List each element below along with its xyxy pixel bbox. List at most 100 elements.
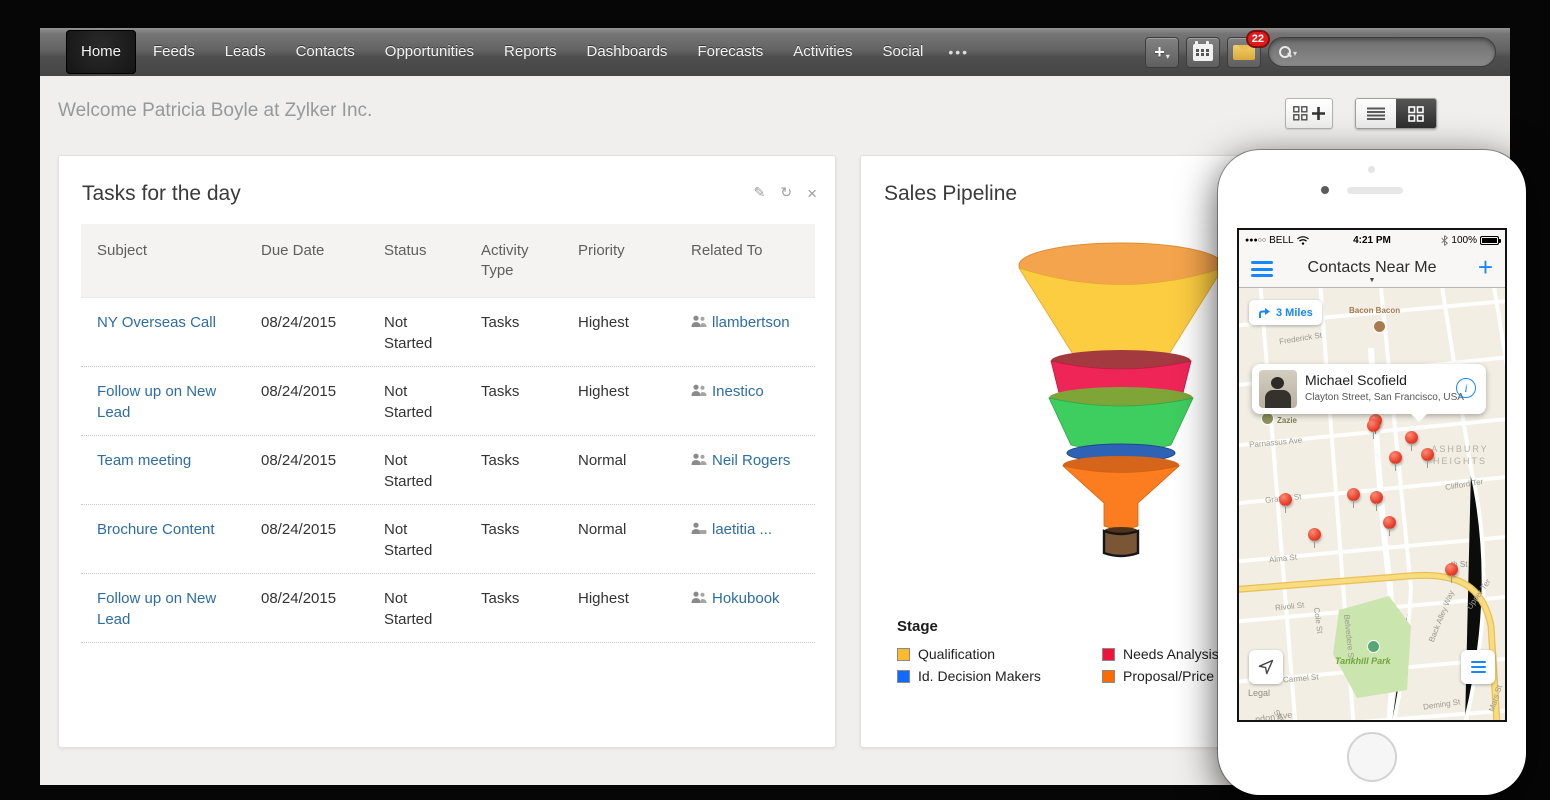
- nav-item-reports[interactable]: Reports: [489, 28, 572, 76]
- nav-item-feeds[interactable]: Feeds: [138, 28, 210, 76]
- funnel-spout: [1104, 531, 1138, 556]
- caret-down-icon: ▾: [1166, 52, 1170, 61]
- task-due-date: 08/24/2015: [245, 436, 368, 504]
- related-to-link[interactable]: Inestico: [712, 381, 764, 402]
- grid-icon: [1293, 106, 1308, 121]
- phone-mockup: ●●●○○ BELL 4:21 PM 100%: [1218, 150, 1526, 795]
- view-toggle: [1355, 98, 1437, 129]
- contact-name: Michael Scofield: [1305, 372, 1407, 388]
- add-contact-button[interactable]: +: [1478, 252, 1493, 283]
- map-pin[interactable]: [1445, 563, 1458, 576]
- table-row: NY Overseas Call 08/24/2015 Not Started …: [81, 298, 815, 367]
- title-caret-icon[interactable]: ▼: [1239, 277, 1505, 284]
- map-pin[interactable]: [1279, 493, 1292, 506]
- battery-percent: 100%: [1451, 235, 1477, 246]
- home-button[interactable]: [1347, 732, 1397, 782]
- nav-item-home[interactable]: Home: [66, 30, 136, 74]
- quick-add-button[interactable]: +▾: [1145, 37, 1179, 68]
- phone-app-bar: Contacts Near Me ▼ +: [1239, 250, 1505, 288]
- contact-icon: [691, 453, 707, 466]
- plus-icon: [1312, 107, 1325, 120]
- column-header-subject: Subject: [81, 224, 245, 297]
- nav-item-social[interactable]: Social: [867, 28, 938, 76]
- task-subject-link[interactable]: Follow up on New Lead: [97, 383, 216, 421]
- refresh-icon[interactable]: ↻: [780, 184, 792, 204]
- distance-label: 3 Miles: [1276, 307, 1313, 319]
- mail-button[interactable]: 22: [1227, 37, 1261, 68]
- nav-item-forecasts[interactable]: Forecasts: [682, 28, 778, 76]
- global-search[interactable]: ▾: [1268, 37, 1496, 67]
- avatar: [1259, 370, 1297, 408]
- park-poi-icon[interactable]: [1367, 640, 1380, 653]
- contact-callout[interactable]: Michael Scofield Clayton Street, San Fra…: [1252, 364, 1486, 414]
- map-pin[interactable]: [1383, 516, 1396, 529]
- legend-item-qualification: Qualification: [897, 643, 1102, 665]
- search-input[interactable]: [1305, 45, 1475, 60]
- related-to-link[interactable]: llambertson: [712, 312, 790, 333]
- tasks-panel-actions: ✎ ↻ ×: [754, 184, 817, 204]
- nav-item-dashboards[interactable]: Dashboards: [572, 28, 683, 76]
- park-label: Tankhill Park: [1335, 656, 1391, 666]
- column-header-due-date: Due Date: [245, 224, 368, 297]
- map-pin[interactable]: [1389, 451, 1402, 464]
- task-priority: Highest: [562, 298, 675, 366]
- bluetooth-icon: [1441, 235, 1448, 246]
- distance-button[interactable]: 3 Miles: [1249, 300, 1322, 325]
- nav-item-contacts[interactable]: Contacts: [281, 28, 370, 76]
- task-due-date: 08/24/2015: [245, 574, 368, 642]
- task-priority: Normal: [562, 436, 675, 504]
- task-subject-link[interactable]: Team meeting: [97, 452, 191, 469]
- phone-camera: [1321, 186, 1329, 194]
- list-view-button[interactable]: [1356, 99, 1396, 128]
- close-icon[interactable]: ×: [807, 184, 817, 204]
- map-pin[interactable]: [1308, 528, 1321, 541]
- info-icon[interactable]: i: [1456, 378, 1476, 398]
- table-row: Follow up on New Lead 08/24/2015 Not Sta…: [81, 367, 815, 436]
- funnel-segment-green[interactable]: [1049, 398, 1193, 452]
- task-subject-link[interactable]: Follow up on New Lead: [97, 590, 216, 628]
- map-pin[interactable]: [1367, 419, 1380, 432]
- legend-label: Id. Decision Makers: [918, 668, 1041, 684]
- task-subject-link[interactable]: Brochure Content: [97, 521, 215, 538]
- contact-icon: [691, 522, 707, 535]
- related-to-link[interactable]: Hokubook: [712, 588, 780, 609]
- map-pin[interactable]: [1347, 488, 1360, 501]
- locate-me-button[interactable]: [1249, 650, 1283, 684]
- legal-label[interactable]: Legal: [1248, 688, 1270, 698]
- legend-swatch: [1102, 670, 1115, 683]
- nav-item-leads[interactable]: Leads: [210, 28, 281, 76]
- map-label: Zazie: [1277, 416, 1297, 425]
- edit-icon[interactable]: ✎: [754, 184, 766, 204]
- phone-screen: ●●●○○ BELL 4:21 PM 100%: [1237, 228, 1507, 722]
- map-pin[interactable]: [1421, 448, 1434, 461]
- search-caret-icon: ▾: [1293, 49, 1297, 58]
- related-to-link[interactable]: Neil Rogers: [712, 450, 790, 471]
- tasks-table-header: Subject Due Date Status Activity Type Pr…: [81, 224, 815, 298]
- task-activity-type: Tasks: [465, 505, 562, 573]
- map-pin[interactable]: [1370, 491, 1383, 504]
- restaurant-poi-icon[interactable]: [1373, 320, 1386, 333]
- contact-icon: [691, 315, 707, 328]
- task-subject-link[interactable]: NY Overseas Call: [97, 314, 216, 331]
- map-view[interactable]: Bacon Bacon Frederick St Zazie Parnassus…: [1239, 288, 1505, 722]
- nav-more-button[interactable]: •••: [938, 28, 979, 76]
- screenshot-frame: Home Feeds Leads Contacts Opportunities …: [0, 0, 1550, 800]
- task-status: Not Started: [384, 312, 457, 354]
- phone-app-title: Contacts Near Me: [1239, 259, 1505, 277]
- related-to-link[interactable]: laetitia ...: [712, 519, 772, 540]
- tasks-table: Subject Due Date Status Activity Type Pr…: [81, 224, 815, 643]
- funnel-segment-proposal[interactable]: [1063, 466, 1179, 529]
- list-toggle-button[interactable]: [1461, 650, 1495, 684]
- column-header-activity-type: Activity Type: [481, 241, 554, 282]
- task-due-date: 08/24/2015: [245, 367, 368, 435]
- grid-icon: [1408, 106, 1424, 122]
- map-pin[interactable]: [1405, 431, 1418, 444]
- turn-right-arrow-icon: [1258, 307, 1271, 319]
- calendar-button[interactable]: [1186, 37, 1220, 68]
- add-component-button[interactable]: [1285, 98, 1333, 129]
- grid-view-button[interactable]: [1396, 99, 1436, 128]
- battery-icon: [1480, 236, 1499, 245]
- nav-item-activities[interactable]: Activities: [778, 28, 867, 76]
- nav-item-opportunities[interactable]: Opportunities: [370, 28, 489, 76]
- phone-speaker: [1347, 187, 1403, 194]
